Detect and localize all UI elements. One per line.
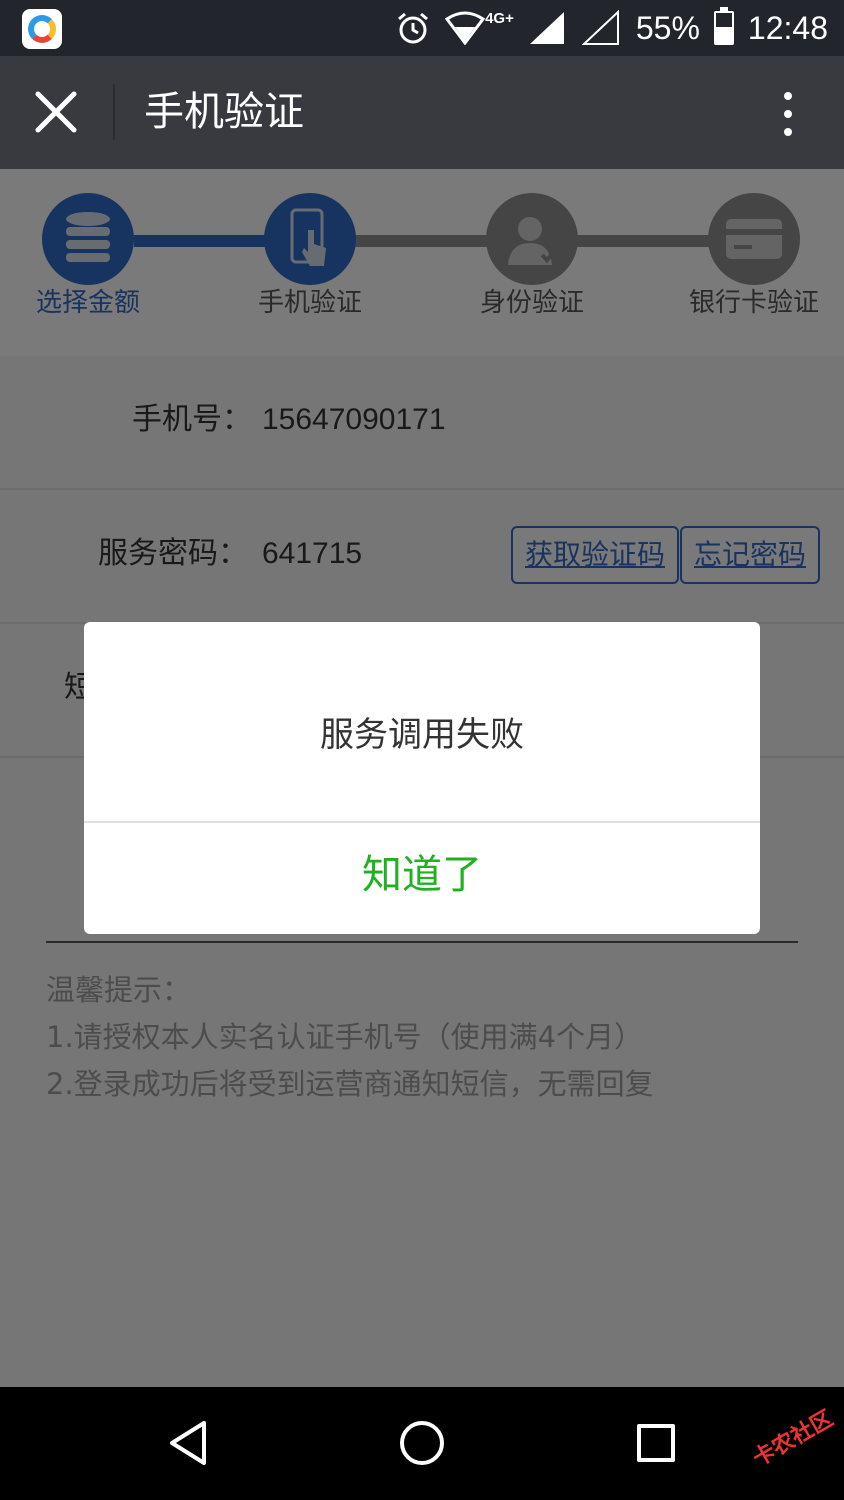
alarm-icon [398,12,429,44]
nav-bar: 卡农社区 [0,1387,844,1500]
battery-percent: 55% [635,9,700,46]
page-title: 手机验证 [144,89,304,135]
wifi-icon [445,11,486,45]
alert-dialog: 服务调用失败 知道了 [84,622,760,934]
clock: 12:48 [747,9,828,46]
back-triangle-icon [170,1421,206,1465]
dialog-ok-button[interactable]: 知道了 [84,823,760,934]
more-menu-button[interactable] [768,86,808,142]
nav-home-button[interactable] [400,1421,444,1465]
title-divider [113,84,115,140]
nav-recents-button[interactable] [637,1424,675,1462]
app-notification-icon [22,9,62,49]
status-bar: 4G+ 55% 12:48 [0,0,844,56]
title-bar: 手机验证 [0,56,844,169]
battery-icon [713,7,734,45]
signal-2-icon [581,10,619,45]
signal-icon [529,12,564,44]
watermark-logo: 卡农社区 [748,1406,838,1472]
dialog-message: 服务调用失败 [320,715,524,755]
nav-back-button[interactable] [166,1419,210,1471]
close-button[interactable] [28,84,84,140]
network-type: 4G+ [485,9,514,27]
close-icon [35,91,77,133]
